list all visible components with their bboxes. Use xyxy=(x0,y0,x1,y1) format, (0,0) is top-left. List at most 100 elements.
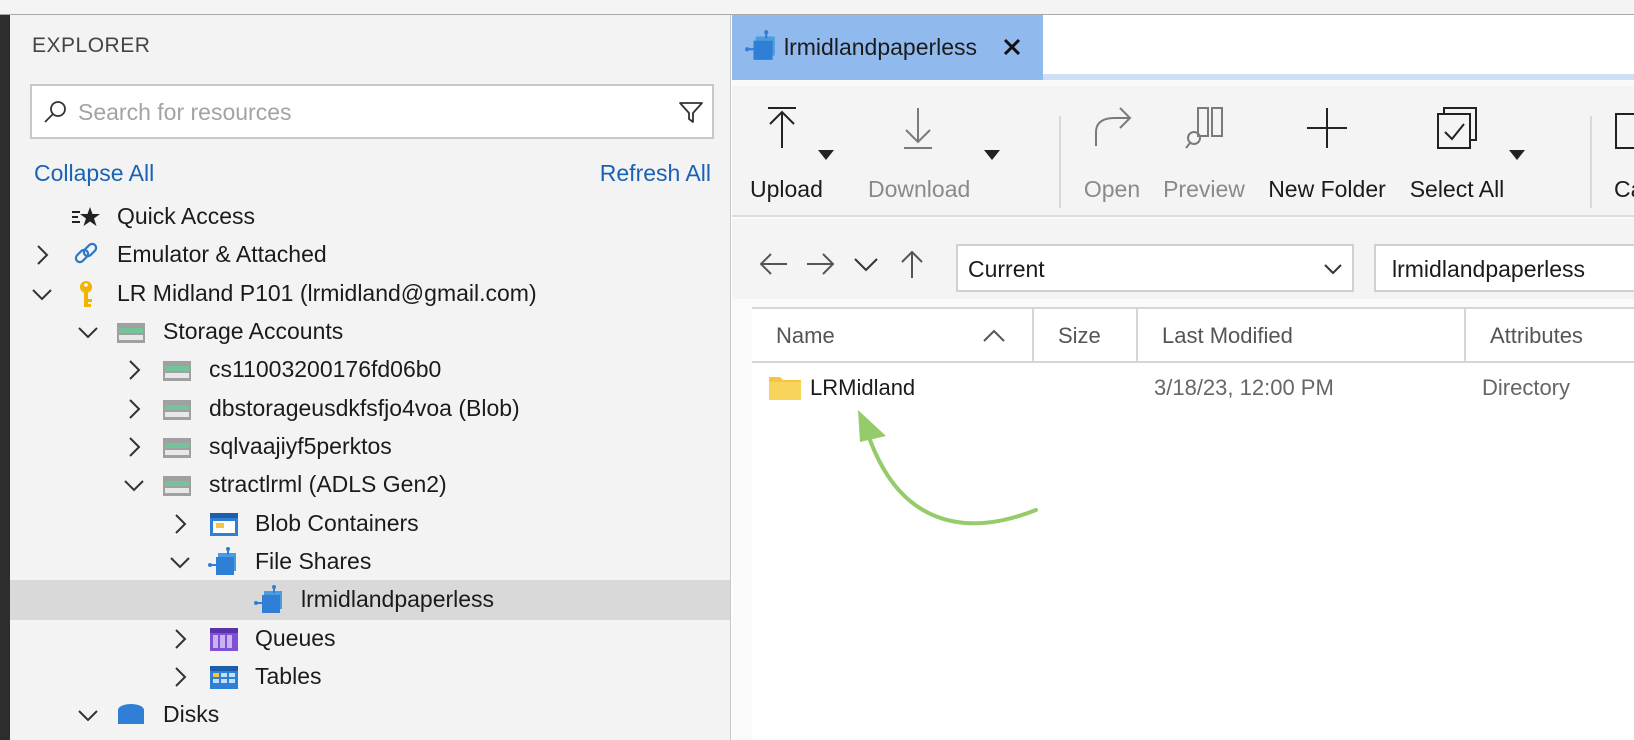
explorer-panel: EXPLORER Collapse All Refresh All Quick … xyxy=(10,15,731,740)
column-header-attributes[interactable]: Attributes xyxy=(1466,309,1634,363)
quick-access-icon xyxy=(72,207,100,226)
chevron-right-icon[interactable] xyxy=(122,397,146,421)
chevron-right-icon[interactable] xyxy=(30,243,54,267)
view-select[interactable]: Current xyxy=(956,244,1354,292)
tree-item-subscription[interactable]: LR Midland P101 (lrmidland@gmail.com) xyxy=(10,274,730,314)
new-folder-button[interactable]: New Folder xyxy=(1262,86,1392,217)
preview-button[interactable]: Preview xyxy=(1160,86,1248,217)
row-name: LRMidland xyxy=(810,375,916,400)
column-header-label: Attributes xyxy=(1490,323,1583,348)
chevron-right-icon[interactable] xyxy=(168,627,192,651)
close-icon[interactable] xyxy=(1000,35,1024,59)
chevron-right-icon[interactable] xyxy=(122,435,146,459)
file-share-icon xyxy=(745,30,775,60)
view-select-value: Current xyxy=(968,256,1045,282)
storage-account-icon xyxy=(163,476,191,496)
navigation-bar: Current lrmidlandpaperless xyxy=(732,219,1634,299)
tree-item-quick-access[interactable]: Quick Access xyxy=(10,197,730,237)
copy-icon xyxy=(1615,113,1634,149)
key-icon xyxy=(80,281,92,307)
toolbar: Upload Download Open Preview New Folder … xyxy=(732,86,1634,217)
tree-item-storage-account[interactable]: cs11003200176fd06b0 xyxy=(10,350,730,390)
tree-item-blob-containers[interactable]: Blob Containers xyxy=(10,504,730,544)
select-all-icon xyxy=(1437,107,1477,149)
download-button[interactable]: Download xyxy=(868,86,971,217)
tab-lrmidlandpaperless[interactable]: lrmidlandpaperless xyxy=(732,15,1043,80)
tree-item-label: File Shares xyxy=(255,548,372,574)
tree-item-file-shares[interactable]: File Shares xyxy=(10,542,730,582)
refresh-all-link[interactable]: Refresh All xyxy=(600,160,711,187)
upload-button[interactable]: Upload xyxy=(750,86,823,217)
filter-icon[interactable] xyxy=(677,98,705,126)
up-icon[interactable] xyxy=(896,249,928,279)
chevron-down-icon[interactable] xyxy=(168,550,192,574)
disk-icon xyxy=(118,704,144,724)
new-folder-label: New Folder xyxy=(1268,176,1386,202)
open-button[interactable]: Open xyxy=(1076,86,1148,217)
file-share-icon xyxy=(208,547,236,575)
chevron-down-icon[interactable] xyxy=(122,473,146,497)
chevron-down-icon[interactable] xyxy=(76,320,100,344)
download-dropdown-icon[interactable] xyxy=(984,150,1000,160)
chevron-down-icon[interactable] xyxy=(76,703,100,727)
search-box[interactable] xyxy=(30,84,714,139)
table-row[interactable]: LRMidland 3/18/23, 12:00 PM Directory xyxy=(752,363,1634,413)
tab-label: lrmidlandpaperless xyxy=(784,34,978,60)
tree-item-label: Queues xyxy=(255,625,336,651)
forward-icon[interactable] xyxy=(804,249,836,279)
row-attributes: Directory xyxy=(1482,375,1571,400)
row-last-modified: 3/18/23, 12:00 PM xyxy=(1154,375,1334,400)
column-header-label: Size xyxy=(1058,323,1101,348)
storage-account-icon xyxy=(117,323,145,343)
chevron-down-icon[interactable] xyxy=(850,249,882,279)
tree-item-storage-account[interactable]: dbstorageusdkfsfjo4voa (Blob) xyxy=(10,389,730,429)
plus-icon xyxy=(1307,108,1347,148)
upload-dropdown-icon[interactable] xyxy=(818,150,834,160)
explorer-title: EXPLORER xyxy=(32,34,151,57)
tree-item-label: lrmidlandpaperless xyxy=(301,586,495,612)
download-label: Download xyxy=(868,176,971,202)
chevron-down-icon[interactable] xyxy=(30,282,54,306)
copy-label: Ca xyxy=(1614,176,1634,202)
path-field[interactable]: lrmidlandpaperless xyxy=(1374,244,1634,292)
tree-item-file-share-selected[interactable]: lrmidlandpaperless xyxy=(10,580,730,620)
tree-item-label: LR Midland P101 (lrmidland@gmail.com) xyxy=(117,280,537,306)
column-header-last-modified[interactable]: Last Modified xyxy=(1138,309,1466,363)
table-icon xyxy=(210,666,238,689)
tree-item-label: Blob Containers xyxy=(255,510,419,536)
sort-ascending-icon xyxy=(983,329,1005,342)
chevron-right-icon[interactable] xyxy=(168,665,192,689)
back-icon[interactable] xyxy=(758,249,790,279)
download-icon xyxy=(904,108,932,149)
column-header-name[interactable]: Name xyxy=(752,309,1034,363)
search-input[interactable] xyxy=(78,94,648,130)
upload-label: Upload xyxy=(750,176,823,202)
activity-bar xyxy=(0,15,10,740)
tree-item-label: Quick Access xyxy=(117,203,256,229)
chevron-down-icon xyxy=(1324,264,1342,275)
file-grid: Name Size Last Modified Attributes LRMid… xyxy=(752,307,1634,740)
chevron-right-icon[interactable] xyxy=(168,512,192,536)
chevron-right-icon[interactable] xyxy=(122,358,146,382)
copy-button[interactable]: Ca xyxy=(1604,86,1634,217)
tree-item-label: Storage Accounts xyxy=(163,318,344,344)
open-icon xyxy=(1095,107,1132,146)
tree-item-storage-account[interactable]: sqlvaajiyf5perktos xyxy=(10,427,730,467)
select-all-dropdown-icon[interactable] xyxy=(1509,150,1525,160)
tree-item-storage-account[interactable]: stractlrml (ADLS Gen2) xyxy=(10,465,730,505)
tree-item-disks[interactable]: Disks xyxy=(10,695,730,735)
column-header-size[interactable]: Size xyxy=(1034,309,1138,363)
tree-item-storage-accounts[interactable]: Storage Accounts xyxy=(10,312,730,352)
tab-bar: lrmidlandpaperless xyxy=(732,15,1634,80)
search-icon xyxy=(44,101,66,123)
open-label: Open xyxy=(1083,176,1141,202)
tree-item-emulator-attached[interactable]: Emulator & Attached xyxy=(10,235,730,275)
file-share-icon xyxy=(254,585,282,613)
collapse-all-link[interactable]: Collapse All xyxy=(34,160,154,187)
preview-label: Preview xyxy=(1163,176,1245,202)
select-all-button[interactable]: Select All xyxy=(1402,86,1512,217)
tree-item-label: Tables xyxy=(255,663,322,689)
storage-account-icon xyxy=(163,400,191,420)
tree-item-tables[interactable]: Tables xyxy=(10,657,730,697)
tree-item-queues[interactable]: Queues xyxy=(10,619,730,659)
